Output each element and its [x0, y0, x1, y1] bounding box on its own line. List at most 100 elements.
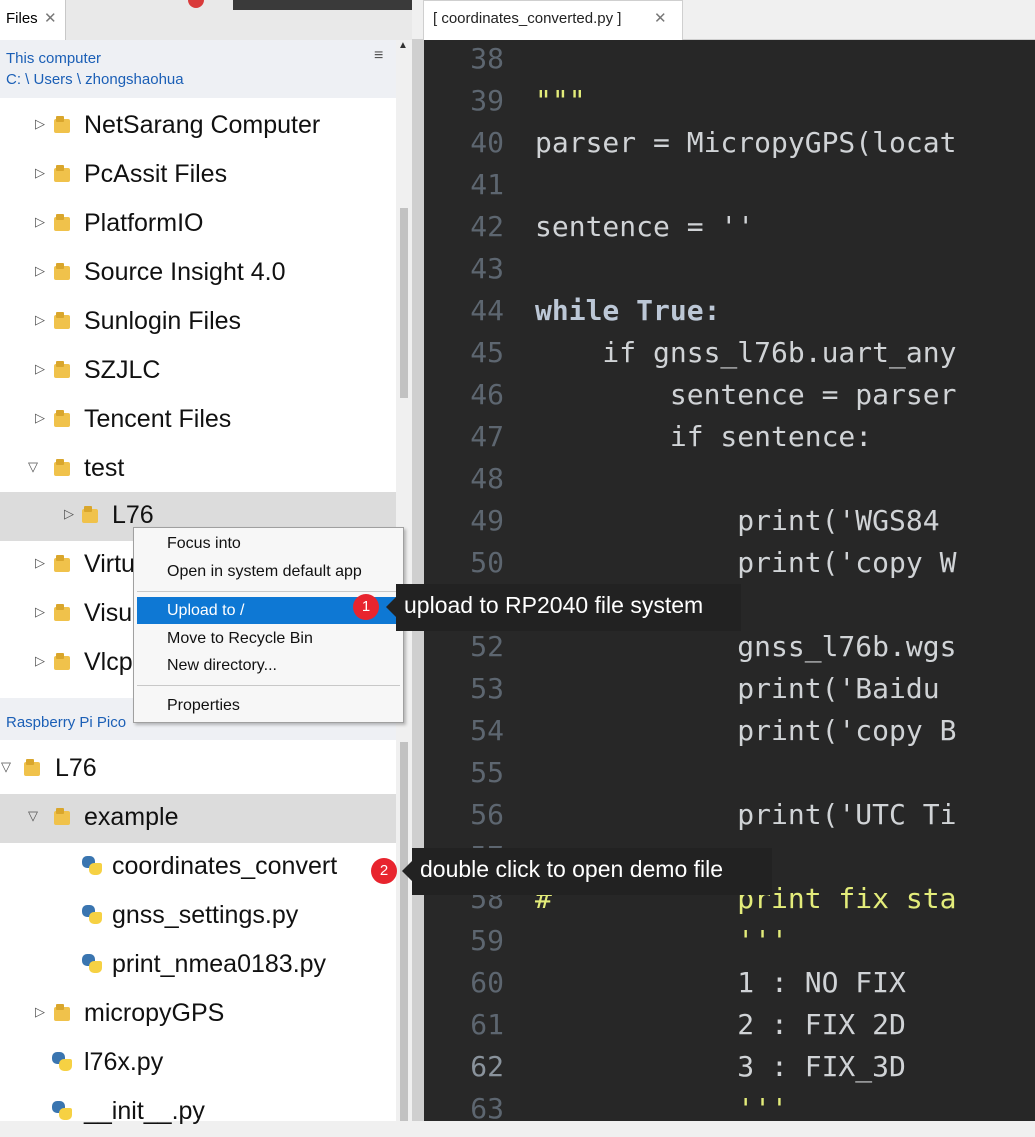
- tree-row[interactable]: ▽ L76: [0, 745, 396, 794]
- code-line: 2 : FIX 2D: [535, 1008, 906, 1041]
- scroll-up-arrow-icon[interactable]: ▲: [398, 40, 408, 51]
- line-number: 46: [470, 378, 504, 411]
- code-line: 1 : NO FIX: [535, 966, 906, 999]
- folder-icon: [54, 164, 72, 184]
- computer-path-breadcrumb[interactable]: C: \ Users \ zhongshaohua: [6, 71, 184, 88]
- python-file-icon: [81, 855, 103, 877]
- close-icon[interactable]: ✕: [654, 9, 667, 27]
- tree-row[interactable]: coordinates_convert: [0, 843, 396, 892]
- code-editor[interactable]: [520, 40, 1035, 1121]
- line-number: 53: [470, 672, 504, 705]
- line-number: 59: [470, 924, 504, 957]
- menu-item-properties[interactable]: Properties: [167, 697, 240, 715]
- tree-row[interactable]: gnss_settings.py: [0, 892, 396, 941]
- tree-row[interactable]: l76x.py: [0, 1039, 396, 1088]
- code-line: if gnss_l76b.uart_any: [535, 336, 957, 369]
- menu-item-open-default-app[interactable]: Open in system default app: [167, 563, 362, 581]
- tree-row[interactable]: ▷ SZJLC: [0, 347, 396, 396]
- tree-row[interactable]: ▷ PlatformIO: [0, 200, 396, 249]
- code-line: print('WGS84: [535, 504, 957, 537]
- expand-arrow-icon[interactable]: ▷: [35, 263, 45, 279]
- line-number: 38: [470, 42, 504, 75]
- editor-tab-label: [ coordinates_converted.py ]: [433, 10, 622, 27]
- expand-arrow-icon[interactable]: ▷: [35, 653, 45, 669]
- line-number-active: 62: [470, 1050, 504, 1083]
- code-line: sentence = parser: [535, 378, 957, 411]
- folder-icon: [54, 458, 72, 478]
- expand-arrow-icon[interactable]: ▷: [35, 604, 45, 620]
- tree-item-label: coordinates_convert: [112, 852, 338, 880]
- folder-icon: [54, 360, 72, 380]
- menu-item-new-directory[interactable]: New directory...: [167, 657, 277, 675]
- python-file-icon: [51, 1100, 73, 1122]
- scrollbar-thumb[interactable]: [400, 208, 408, 398]
- folder-icon: [54, 409, 72, 429]
- tree-row[interactable]: ▽ test: [0, 445, 396, 494]
- line-number: 63: [470, 1092, 504, 1125]
- tree-item-label: l76x.py: [84, 1048, 164, 1076]
- python-file-icon: [51, 1051, 73, 1073]
- line-number: 40: [470, 126, 504, 159]
- line-number: 52: [470, 630, 504, 663]
- collapse-arrow-icon[interactable]: ▽: [28, 808, 38, 824]
- line-number: 55: [470, 756, 504, 789]
- folder-icon: [54, 311, 72, 331]
- expand-arrow-icon[interactable]: ▷: [64, 506, 74, 522]
- tree-row[interactable]: ▷ Source Insight 4.0: [0, 249, 396, 298]
- expand-arrow-icon[interactable]: ▷: [35, 555, 45, 571]
- this-computer-link[interactable]: This computer: [6, 50, 101, 67]
- tree-row[interactable]: ▷ NetSarang Computer: [0, 102, 396, 151]
- tree-item-label: Virtu: [84, 550, 135, 578]
- collapse-arrow-icon[interactable]: ▽: [1, 759, 11, 775]
- scrollbar-thumb[interactable]: [400, 742, 408, 1121]
- menu-separator: [137, 591, 400, 592]
- expand-arrow-icon[interactable]: ▷: [35, 361, 45, 377]
- code-line: print('Baidu: [535, 672, 957, 705]
- expand-arrow-icon[interactable]: ▷: [35, 214, 45, 230]
- tree-item-label: L76: [112, 501, 154, 529]
- code-line: parser = MicropyGPS(locat: [535, 126, 957, 159]
- tree-item-label: micropyGPS: [84, 999, 225, 1027]
- step-badge: 1: [353, 594, 379, 620]
- context-menu: [133, 527, 404, 723]
- line-number-gutter: [424, 40, 520, 1121]
- tree-row[interactable]: ▷ Tencent Files: [0, 396, 396, 445]
- line-number: 39: [470, 84, 504, 117]
- tree-item-label: Sunlogin Files: [84, 307, 242, 335]
- tree-item-label: Source Insight 4.0: [84, 258, 286, 286]
- tree-row[interactable]: ▷ PcAssit Files: [0, 151, 396, 200]
- tree-item-label: Visu: [84, 599, 133, 627]
- tree-item-label: PcAssit Files: [84, 160, 228, 188]
- tree-row[interactable]: ▷ Sunlogin Files: [0, 298, 396, 347]
- open-demo-callout: double click to open demo file: [412, 848, 772, 895]
- code-line: """: [535, 84, 586, 117]
- expand-arrow-icon[interactable]: ▷: [35, 410, 45, 426]
- menu-item-upload[interactable]: Upload to /: [167, 602, 244, 620]
- callout-pointer: [386, 597, 396, 617]
- folder-icon: [54, 652, 72, 672]
- tree-row[interactable]: print_nmea0183.py: [0, 941, 396, 990]
- menu-item-move-to-recycle-bin[interactable]: Move to Recycle Bin: [167, 630, 313, 648]
- tree-item-label: gnss_settings.py: [112, 901, 299, 929]
- line-number: 60: [470, 966, 504, 999]
- expand-arrow-icon[interactable]: ▷: [35, 1004, 45, 1020]
- callout-pointer: [402, 861, 412, 881]
- expand-arrow-icon[interactable]: ▷: [35, 312, 45, 328]
- line-number: 54: [470, 714, 504, 747]
- code-line: print('copy W: [535, 546, 957, 579]
- line-number: 43: [470, 252, 504, 285]
- expand-arrow-icon[interactable]: ▷: [35, 116, 45, 132]
- line-number: 44: [470, 294, 504, 327]
- tree-row[interactable]: __init__.py: [0, 1088, 396, 1137]
- line-number: 41: [470, 168, 504, 201]
- collapse-arrow-icon[interactable]: ▽: [28, 459, 38, 475]
- menu-item-focus-into[interactable]: Focus into: [167, 535, 241, 553]
- expand-arrow-icon[interactable]: ▷: [35, 165, 45, 181]
- tree-row-selected[interactable]: ▽ example: [0, 794, 396, 843]
- hamburger-menu-icon[interactable]: ≡: [374, 47, 383, 65]
- tree-row[interactable]: ▷ micropyGPS: [0, 990, 396, 1039]
- close-icon[interactable]: ✕: [44, 9, 57, 27]
- tree-item-label: SZJLC: [84, 356, 161, 384]
- pico-device-title: Raspberry Pi Pico: [6, 714, 127, 731]
- tree-item-label: example: [84, 803, 179, 831]
